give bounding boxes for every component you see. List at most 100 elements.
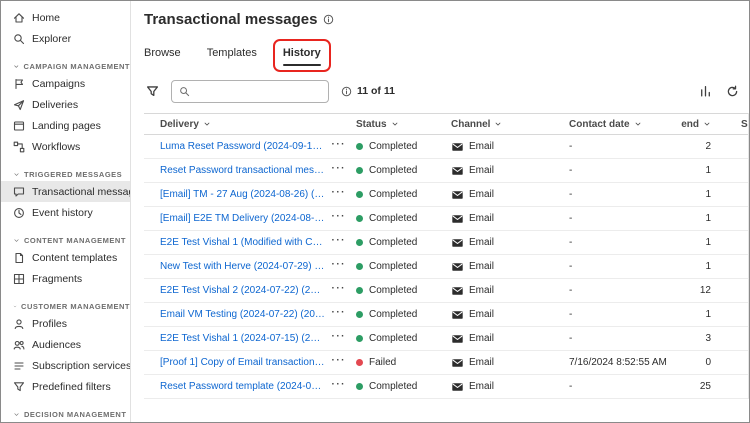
tab-history[interactable]: History xyxy=(282,47,321,66)
delivery-link[interactable]: Luma Reset Password (2024-09-16) (2024-0… xyxy=(160,141,326,152)
sidebar-section-customer-management[interactable]: CUSTOMER MANAGEMENT xyxy=(1,299,130,313)
info-icon[interactable] xyxy=(323,14,334,25)
column-settings-button[interactable] xyxy=(697,83,714,100)
to-send-cell: 0 xyxy=(705,357,711,368)
search-box[interactable] xyxy=(171,79,329,103)
more-actions-button[interactable]: ··· xyxy=(332,212,357,225)
delivery-link[interactable]: E2E Test Vishal 1 (Modified with Chakri)… xyxy=(160,237,326,248)
count-info-icon-wrap xyxy=(341,86,352,97)
table-row[interactable]: E2E Test Vishal 2 (2024-07-22) (2024-07-… xyxy=(144,279,748,303)
sidebar-item-label: Landing pages xyxy=(32,119,101,132)
contact-date-cell: - xyxy=(569,237,573,248)
sidebar-section-triggered-messages[interactable]: TRIGGERED MESSAGES xyxy=(1,167,130,181)
search-input[interactable] xyxy=(195,85,321,97)
more-actions-button[interactable]: ··· xyxy=(332,356,357,369)
sidebar-item-content-templates[interactable]: Content templates xyxy=(1,247,130,268)
delivery-cell: E2E Test Vishal 2 (2024-07-22) (2024-07-… xyxy=(144,284,356,297)
envelope-icon xyxy=(452,166,463,175)
more-actions-button[interactable]: ··· xyxy=(332,164,357,177)
sidebar-item-fragments[interactable]: Fragments xyxy=(1,268,130,289)
channel-cell: Email xyxy=(451,165,569,177)
table-row[interactable]: New Test with Herve (2024-07-29) (2024-0… xyxy=(144,255,748,279)
table-row[interactable]: Reset Password transactional message (20… xyxy=(144,159,748,183)
sidebar-item-landing-pages[interactable]: Landing pages xyxy=(1,115,130,136)
sidebar-section-content-management[interactable]: CONTENT MANAGEMENT xyxy=(1,233,130,247)
column-header-delivery[interactable]: Delivery xyxy=(144,119,356,130)
table-row[interactable]: Email VM Testing (2024-07-22) (2024-07-2… xyxy=(144,303,748,327)
sidebar-section-campaign-management[interactable]: CAMPAIGN MANAGEMENT xyxy=(1,59,130,73)
column-header-status[interactable]: Status xyxy=(356,119,451,130)
chevron-down-icon xyxy=(14,64,19,68)
tab-browse[interactable]: Browse xyxy=(144,47,181,61)
more-actions-button[interactable]: ··· xyxy=(332,380,357,393)
channel-cell: Email xyxy=(451,237,569,249)
sidebar-item-label: Content templates xyxy=(32,251,118,264)
table-row[interactable]: [Email] TM - 27 Aug (2024-08-26) (2024-0… xyxy=(144,183,748,207)
delivery-link[interactable]: [Email] E2E TM Delivery (2024-08-19) (20… xyxy=(160,213,326,224)
sidebar-item-home[interactable]: Home xyxy=(1,7,130,28)
chevron-down-icon xyxy=(14,172,19,176)
sidebar-item-workflows[interactable]: Workflows xyxy=(1,136,130,157)
filter-button[interactable] xyxy=(144,83,161,100)
more-actions-button[interactable]: ··· xyxy=(332,188,357,201)
sidebar-item-profiles[interactable]: Profiles xyxy=(1,313,130,334)
sidebar-item-deliveries[interactable]: Deliveries xyxy=(1,94,130,115)
delivery-link[interactable]: New Test with Herve (2024-07-29) (2024-0… xyxy=(160,261,326,272)
contact-date-cell: - xyxy=(569,309,573,320)
sidebar-item-audiences[interactable]: Audiences xyxy=(1,334,130,355)
contact-date-cell: - xyxy=(569,213,573,224)
status-dot xyxy=(356,143,363,150)
sidebar-section-decision-management[interactable]: DECISION MANAGEMENT xyxy=(1,407,130,421)
refresh-icon xyxy=(727,85,738,96)
status-dot xyxy=(356,263,363,270)
delivery-link[interactable]: Reset Password transactional message (20… xyxy=(160,165,326,176)
table-row[interactable]: Luma Reset Password (2024-09-16) (2024-0… xyxy=(144,135,748,159)
table-row[interactable]: Reset Password template (2024-06-03) (20… xyxy=(144,375,748,399)
sidebar-item-subscription-services[interactable]: Subscription services xyxy=(1,355,130,376)
sidebar-item-label: Home xyxy=(32,11,61,24)
sidebar-item-label: Event history xyxy=(32,206,93,219)
more-actions-button[interactable]: ··· xyxy=(332,284,357,297)
sidebar-item-campaigns[interactable]: Campaigns xyxy=(1,73,130,94)
column-header-to-send[interactable]: To send xyxy=(681,119,729,130)
sidebar-item-event-history[interactable]: Event history xyxy=(1,202,130,223)
sidebar: Home Explorer CAMPAIGN MANAGEMENT Campaigns… xyxy=(1,1,131,422)
contact-date-cell: - xyxy=(569,333,573,344)
sidebar-item-explorer[interactable]: Explorer xyxy=(1,28,130,49)
status-label: Failed xyxy=(369,357,397,368)
envelope-icon xyxy=(452,142,463,151)
column-header-s[interactable]: S xyxy=(729,119,748,130)
table-row[interactable]: E2E Test Vishal 1 (2024-07-15) (2024-07-… xyxy=(144,327,748,351)
event-history-icon xyxy=(14,207,24,218)
table-row[interactable]: [Proof 1] Copy of Email transactional ..… xyxy=(144,351,748,375)
refresh-button[interactable] xyxy=(724,83,741,100)
profiles-icon xyxy=(14,318,24,329)
column-header-channel[interactable]: Channel xyxy=(451,119,569,130)
more-actions-button[interactable]: ··· xyxy=(332,308,357,321)
more-actions-button[interactable]: ··· xyxy=(332,260,357,273)
status-dot xyxy=(356,239,363,246)
delivery-link[interactable]: Reset Password template (2024-06-03) (20… xyxy=(160,381,326,392)
more-actions-button[interactable]: ··· xyxy=(332,236,357,249)
tab-templates[interactable]: Templates xyxy=(207,47,257,61)
more-actions-button[interactable]: ··· xyxy=(332,140,357,153)
contact-date-cell: - xyxy=(569,189,573,200)
table-row[interactable]: E2E Test Vishal 1 (Modified with Chakri)… xyxy=(144,231,748,255)
sidebar-item-transactional-messages[interactable]: Transactional messages xyxy=(1,181,130,202)
column-header-contact-date[interactable]: Contact date xyxy=(569,119,681,130)
delivery-link[interactable]: [Proof 1] Copy of Email transactional ..… xyxy=(160,357,326,368)
delivery-link[interactable]: E2E Test Vishal 1 (2024-07-15) (2024-07-… xyxy=(160,333,326,344)
status-dot xyxy=(356,287,363,294)
search-icon xyxy=(180,86,190,96)
more-actions-button[interactable]: ··· xyxy=(332,332,357,345)
table-row[interactable]: [Email] E2E TM Delivery (2024-08-19) (20… xyxy=(144,207,748,231)
delivery-link[interactable]: [Email] TM - 27 Aug (2024-08-26) (2024-0… xyxy=(160,189,326,200)
home-icon xyxy=(13,12,25,23)
campaigns-icon xyxy=(15,78,24,89)
delivery-link[interactable]: E2E Test Vishal 2 (2024-07-22) (2024-07-… xyxy=(160,285,326,296)
delivery-link[interactable]: Email VM Testing (2024-07-22) (2024-07-2… xyxy=(160,309,326,320)
sidebar-item-predefined-filters[interactable]: Predefined filters xyxy=(1,376,130,397)
channel-cell: Email xyxy=(451,213,569,225)
channel-cell: Email xyxy=(451,333,569,345)
sidebar-item-label: Fragments xyxy=(32,272,83,285)
